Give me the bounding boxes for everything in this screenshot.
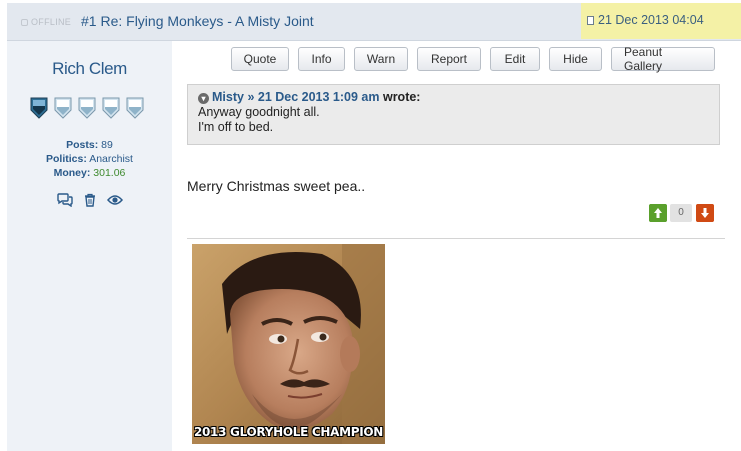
warn-button[interactable]: Warn — [354, 47, 408, 71]
author-name[interactable]: Rich Clem — [7, 59, 172, 79]
eye-icon[interactable] — [107, 193, 123, 207]
quote-author[interactable]: Misty — [212, 90, 244, 104]
meme-portrait — [192, 244, 385, 444]
post-date-text: 21 Dec 2013 04:04 — [598, 13, 704, 27]
author-stats: Posts: 89 Politics: Anarchist Money: 301… — [7, 138, 172, 180]
message-icon[interactable] — [57, 193, 73, 207]
meme-caption: 2013 GLORYHOLE CHAMPION — [193, 425, 384, 439]
vote-down-button[interactable] — [696, 204, 714, 222]
quote-line: I'm off to bed. — [198, 120, 274, 134]
vote-up-button[interactable] — [649, 204, 667, 222]
report-button[interactable]: Report — [417, 47, 481, 71]
edit-button[interactable]: Edit — [490, 47, 540, 71]
author-actions — [57, 193, 123, 207]
post-title[interactable]: #1 Re: Flying Monkeys - A Misty Joint — [81, 13, 314, 29]
collapse-icon[interactable]: ▾ — [198, 93, 209, 104]
post-header: OFFLINE #1 Re: Flying Monkeys - A Misty … — [7, 3, 741, 41]
shield-icon — [54, 97, 72, 119]
hide-button[interactable]: Hide — [549, 47, 602, 71]
offline-status: OFFLINE — [21, 17, 71, 27]
stat-money: Money: 301.06 — [53, 167, 126, 179]
signature-divider — [187, 238, 725, 239]
quote-line: Anyway goodnight all. — [198, 105, 320, 119]
peanut-gallery-button[interactable]: Peanut Gallery — [611, 45, 715, 73]
info-button[interactable]: Info — [298, 47, 345, 71]
author-sidebar: Rich Clem Posts: 89 Politics: Anarchist … — [7, 41, 172, 451]
document-icon — [587, 16, 594, 25]
post-body: Merry Christmas sweet pea.. — [187, 178, 366, 194]
quote-header: ▾ Misty » 21 Dec 2013 1:09 am wrote: — [198, 90, 420, 104]
vote-count: 0 — [670, 204, 692, 222]
shield-icon — [102, 97, 120, 119]
quote-block: ▾ Misty » 21 Dec 2013 1:09 am wrote: Anyw… — [187, 84, 720, 145]
offline-icon — [21, 19, 28, 26]
quote-wrote: wrote: — [382, 90, 421, 104]
trash-icon[interactable] — [82, 193, 98, 207]
post-action-buttons: Quote Info Warn Report Edit Hide Peanut … — [231, 45, 715, 73]
post-date-highlight: 21 Dec 2013 04:04 — [581, 3, 741, 39]
signature-image[interactable]: 2013 GLORYHOLE CHAMPION — [192, 244, 385, 444]
post-date[interactable]: 21 Dec 2013 04:04 — [587, 13, 704, 27]
stat-politics: Politics: Anarchist — [46, 153, 133, 165]
quote-button[interactable]: Quote — [231, 47, 289, 71]
shield-icon — [78, 97, 96, 119]
shield-icon — [126, 97, 144, 119]
shield-icon — [30, 97, 48, 119]
quote-date[interactable]: » 21 Dec 2013 1:09 am — [247, 90, 379, 104]
offline-label: OFFLINE — [31, 17, 72, 27]
rank-shields — [30, 97, 144, 119]
stat-posts: Posts: 89 — [66, 139, 113, 151]
